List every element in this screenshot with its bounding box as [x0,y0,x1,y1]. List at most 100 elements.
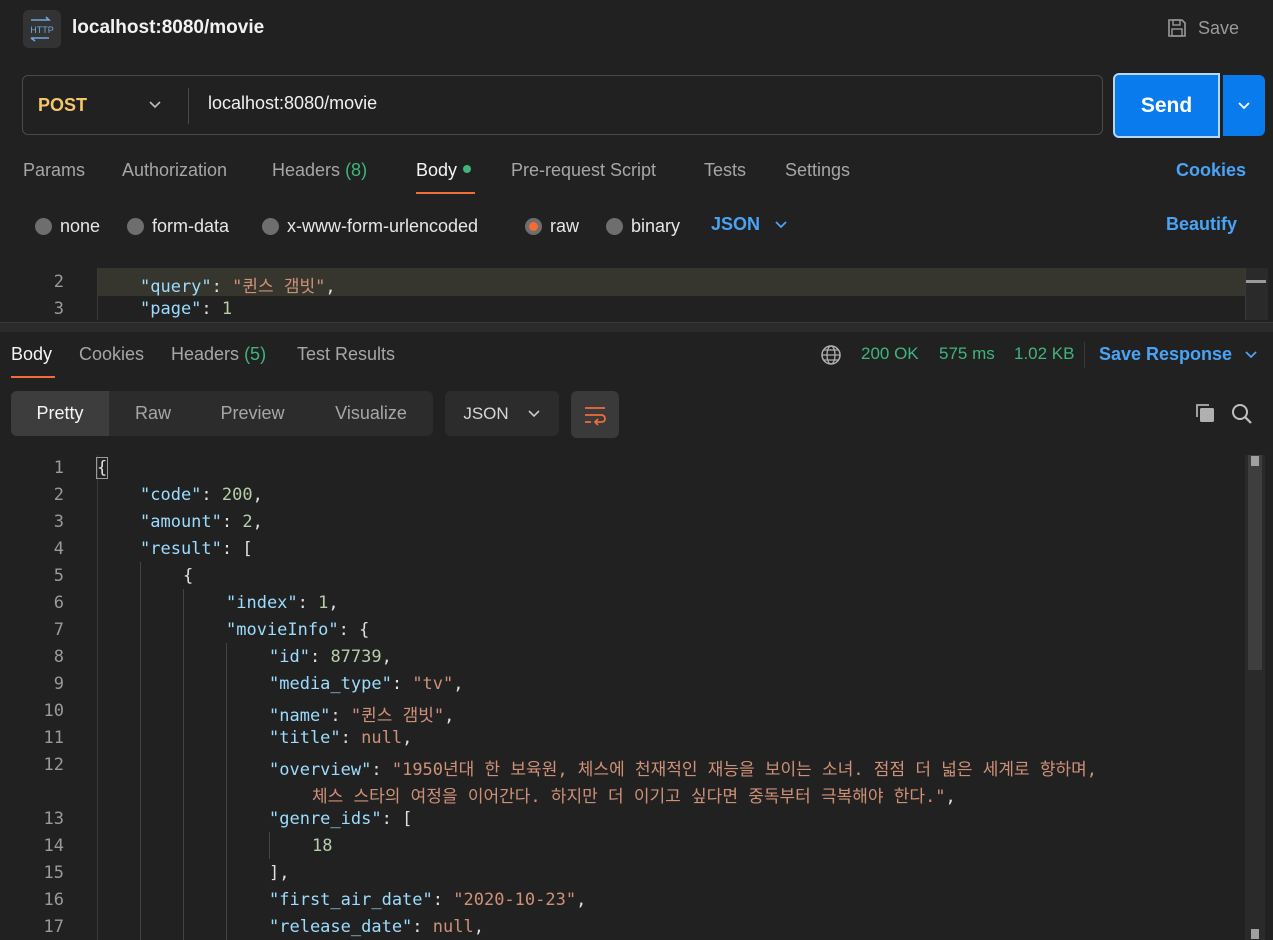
send-button[interactable]: Send [1113,73,1220,138]
response-tab-body[interactable]: Body [11,344,52,365]
json-punct: , [325,277,336,297]
json-value: 1 [318,593,329,613]
code-line: "id": 87739, [269,647,392,667]
code-line: "movieInfo": { [226,620,369,640]
indent-guide [183,589,184,940]
tab-authorization[interactable]: Authorization [122,160,227,181]
save-response-button[interactable]: Save Response [1099,344,1258,365]
line-number: 4 [53,539,64,559]
response-tab-headers[interactable]: Headers (5) [171,344,266,365]
response-tab-cookies[interactable]: Cookies [79,344,144,365]
response-scrollbar[interactable] [1245,455,1265,940]
search-icon[interactable] [1230,402,1254,426]
json-colon: : [412,917,433,937]
tab-headers-label: Headers [272,160,341,180]
json-colon: : [309,647,331,667]
json-value: "2020-10-23" [453,890,577,910]
view-raw[interactable]: Raw [112,391,194,436]
response-format-select[interactable]: JSON [445,391,559,436]
method-select[interactable]: POST [38,95,87,116]
tab-headers[interactable]: Headers (8) [272,160,367,181]
url-input[interactable]: localhost:8080/movie [208,93,377,114]
globe-icon[interactable] [820,344,842,366]
json-colon: : [391,674,413,694]
radio-raw[interactable]: raw [525,214,579,238]
response-time[interactable]: 575 ms [939,344,995,364]
json-colon: : [221,539,243,559]
request-title[interactable]: localhost:8080/movie [72,17,264,39]
send-options-button[interactable] [1223,75,1265,136]
json-key: "title" [269,728,341,748]
json-value: 체스 스타의 여정을 이어간다. 하지만 더 이기고 싶다면 중독부터 극복해야… [312,787,946,807]
divider [1084,342,1085,368]
response-size[interactable]: 1.02 KB [1014,344,1075,364]
json-value: 1 [221,299,233,319]
json-value: 87739 [330,647,382,667]
json-colon: : [338,620,360,640]
response-tab-test-results[interactable]: Test Results [297,344,395,365]
json-punct: , [252,512,263,532]
radio-x-www-form-urlencoded[interactable]: x-www-form-urlencoded [262,214,478,238]
chevron-down-icon[interactable] [148,98,162,112]
code-line: { [95,457,109,479]
line-number: 14 [43,836,64,856]
code-line: "code": 200, [140,485,263,505]
line-number: 1 [53,458,64,478]
line-number: 11 [43,728,64,748]
status-code[interactable]: 200 OK [861,344,919,364]
radio-label: binary [631,215,681,236]
body-format-select[interactable]: JSON [711,214,788,235]
request-scrollbar[interactable] [1245,268,1268,320]
view-visualize[interactable]: Visualize [318,391,424,436]
radio-none[interactable]: none [35,214,100,238]
json-key: "result" [140,539,222,559]
indent-guide [140,562,141,940]
radio-label: raw [550,215,580,236]
json-key: "genre_ids" [269,809,382,829]
line-number: 10 [43,701,64,721]
json-punct: , [576,890,587,910]
view-preview[interactable]: Preview [205,391,300,436]
code-line: ], [269,863,289,883]
radio-form-data[interactable]: form-data [127,214,229,238]
view-pretty[interactable]: Pretty [11,391,109,436]
save-button[interactable]: Save [1166,14,1239,42]
response-tab-headers-count: (5) [244,344,267,364]
json-key: "overview" [269,760,372,780]
save-response-label: Save Response [1099,344,1233,364]
line-number: 2 [53,272,64,292]
tab-body[interactable]: Body [416,160,472,181]
json-value: "1950년대 한 보육원, 체스에 천재적인 재능을 보이는 소녀. 점점 더… [391,760,1098,780]
cookies-link[interactable]: Cookies [1176,160,1246,181]
wrap-lines-button[interactable] [571,391,619,438]
body-format-label: JSON [711,214,761,234]
json-key: "query" [140,277,212,297]
floppy-disk-icon [1168,19,1186,37]
json-value: "퀸스 갬빗" [350,706,445,726]
tab-pre-request-script[interactable]: Pre-request Script [511,160,656,181]
beautify-button[interactable]: Beautify [1166,214,1237,235]
json-key: "code" [140,485,202,505]
line-number: 5 [53,566,64,586]
radio-binary[interactable]: binary [606,214,680,238]
tab-params[interactable]: Params [23,160,85,181]
code-line: "query": "퀸스 갬빗", [140,277,336,297]
line-number: 15 [43,863,64,883]
code-line: "overview": "1950년대 한 보육원, 체스에 천재적인 재능을 … [269,755,1097,780]
json-colon: : [330,706,351,726]
line-number: 2 [53,485,64,505]
code-line: "first_air_date": "2020-10-23", [269,890,586,910]
response-tab-headers-label: Headers [171,344,240,364]
json-punct: , [381,647,392,667]
tab-tests[interactable]: Tests [704,160,746,181]
copy-icon[interactable] [1193,401,1217,425]
indent-guide [269,832,270,859]
radio-circle [262,217,279,235]
pane-resize-handle[interactable] [0,322,1273,332]
radio-circle [606,217,623,235]
svg-text:HTTP: HTTP [30,25,54,35]
line-number: 12 [43,755,64,775]
tab-settings[interactable]: Settings [785,160,850,181]
gutter-divider [97,455,98,940]
radio-circle [127,217,144,235]
